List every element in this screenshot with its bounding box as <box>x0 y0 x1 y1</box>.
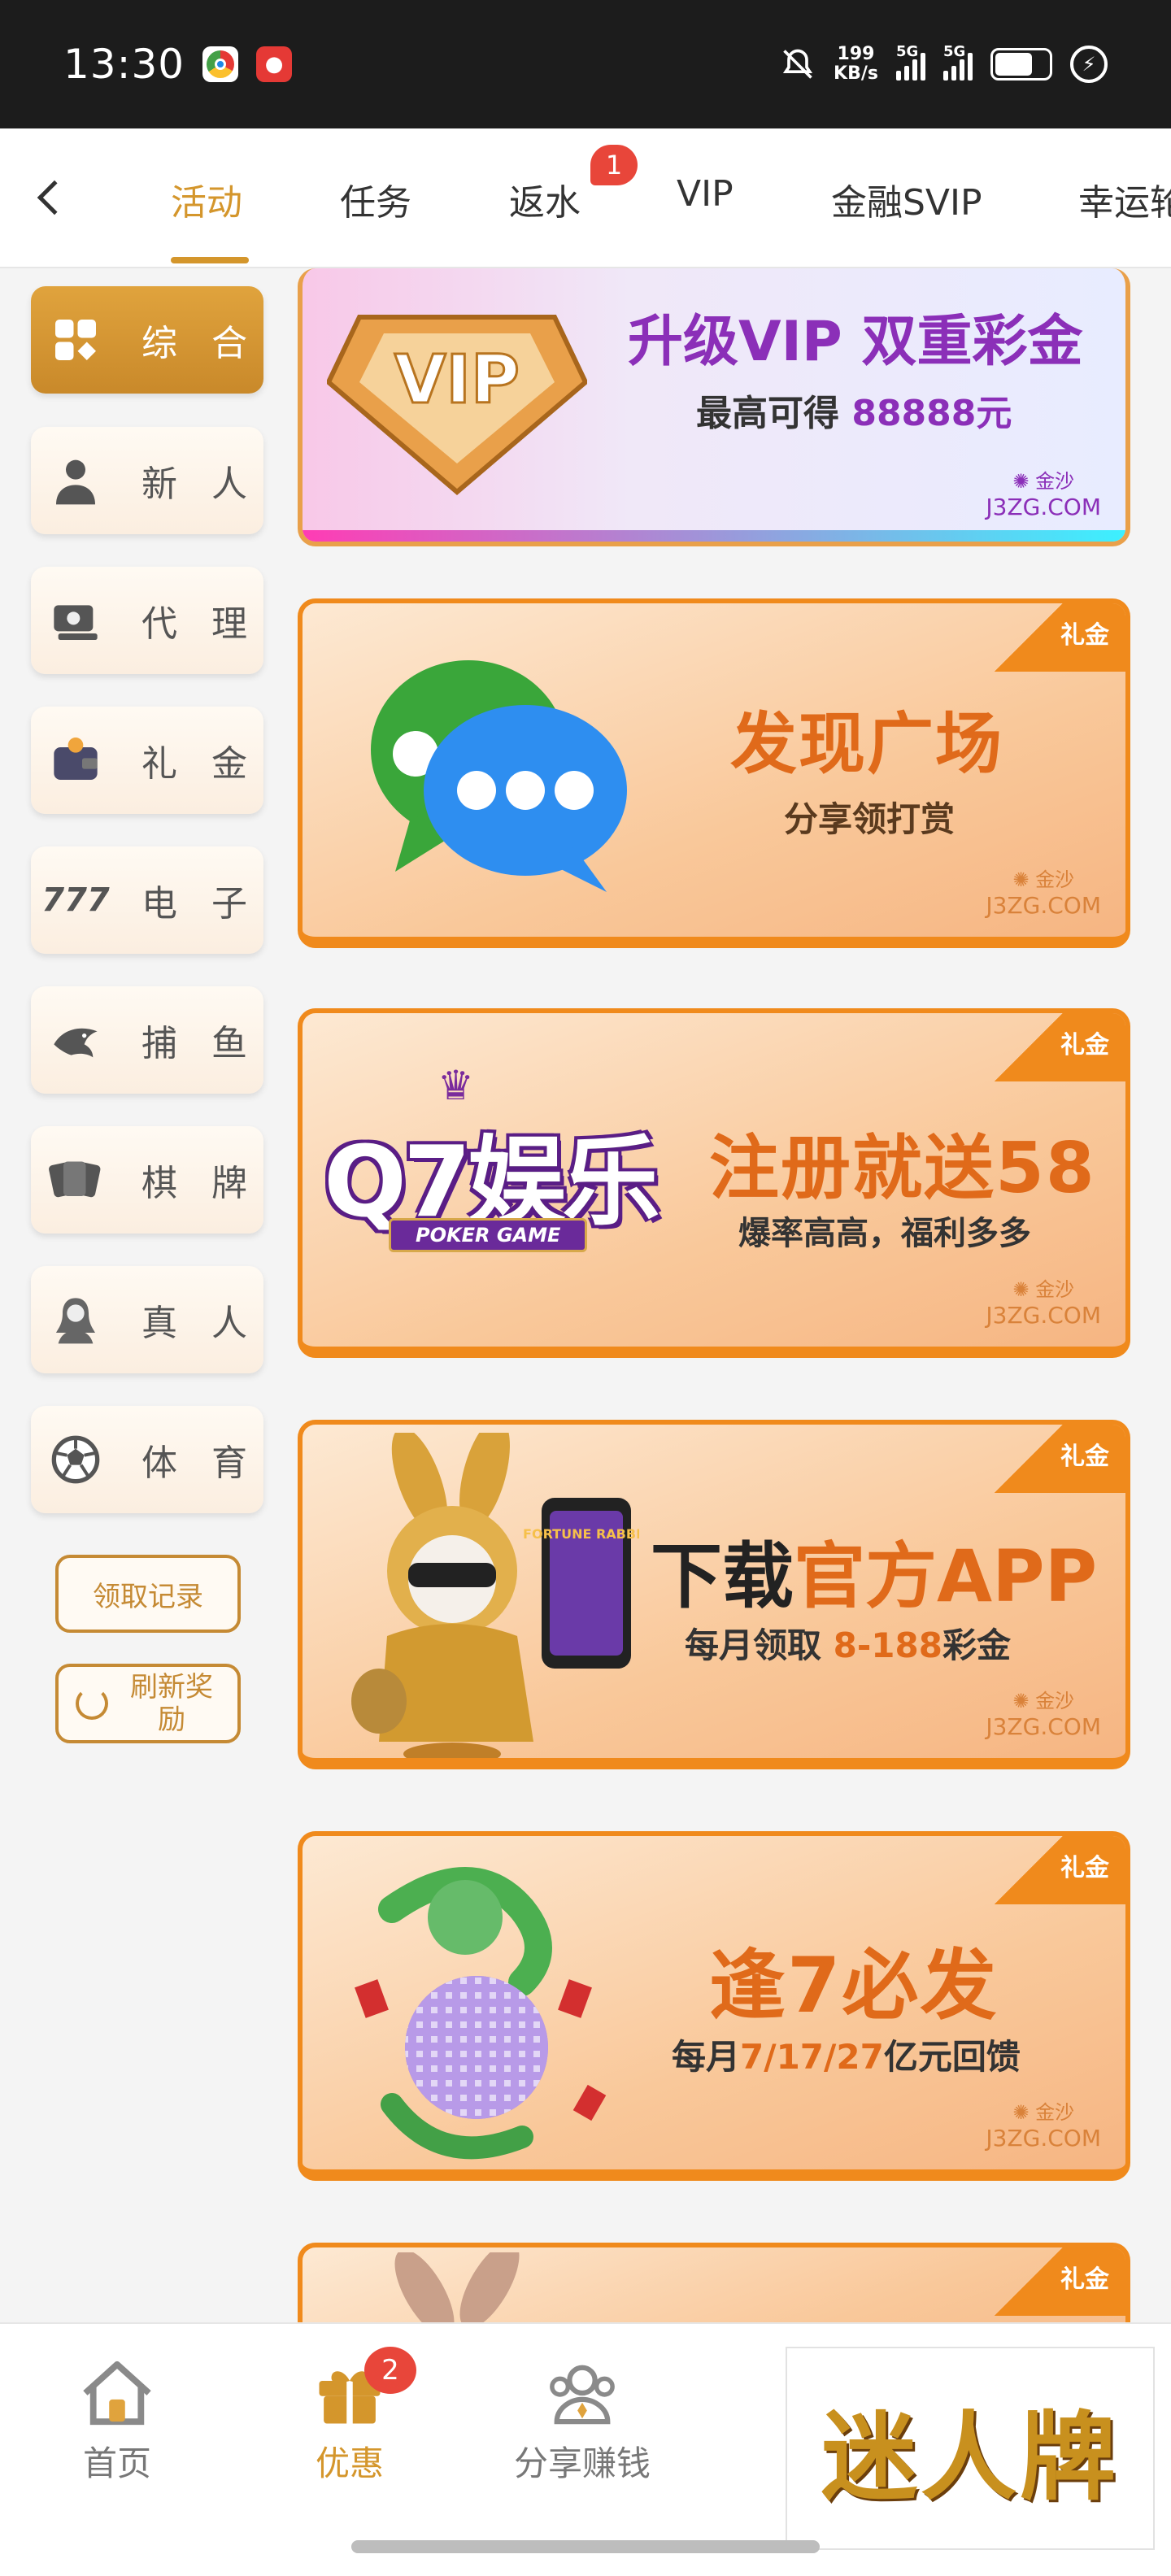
ribbon-label: 礼金 <box>1060 621 1109 650</box>
banner-subtitle: 每月7/17/27亿元回馈 <box>672 2037 1021 2077</box>
ribbon-label: 礼金 <box>1060 1854 1109 1882</box>
tab-tasks[interactable]: 任务 <box>340 173 411 225</box>
tab-vip[interactable]: VIP <box>677 173 734 215</box>
sidebar-item-live[interactable]: 真 人 <box>31 1266 263 1373</box>
claim-record-button[interactable]: 领取记录 <box>55 1555 241 1633</box>
tab-svip[interactable]: 金融SVIP <box>831 173 982 225</box>
soccer-ball-icon <box>46 1429 106 1490</box>
sidebar-item-agent[interactable]: 代 理 <box>31 567 263 674</box>
tab-lucky-wheel[interactable]: 幸运轮 <box>1078 173 1171 225</box>
status-bar: 13:30 ● 199 KB/s 5G 5G ⚡ <box>0 0 1171 128</box>
sidebar-item-label: 体 育 <box>141 1442 259 1484</box>
share-users-icon <box>542 2356 623 2430</box>
sidebar-item-sports[interactable]: 体 育 <box>31 1406 263 1513</box>
brand-logo: ✺ 金沙 J3ZG.COM <box>986 1690 1101 1740</box>
refresh-reward-label: 刷新奖励 <box>130 1671 213 1736</box>
sidebar-item-label: 新 人 <box>141 463 259 505</box>
nav-promotions[interactable]: 2 优惠 <box>268 2347 431 2486</box>
promo-banner-lucky7[interactable]: 礼金 逢7必发 每月7/17/27亿元回馈 ✺ 金沙 J3ZG.COM <box>298 1831 1130 2181</box>
ad-banner[interactable]: 迷人牌 <box>786 2347 1155 2550</box>
promo-banner-download-app[interactable]: 礼金 FORTUNE RABBIT 下载官方APP 每月领取 8-188彩金 ✺… <box>298 1420 1130 1769</box>
sidebar-item-label: 综 合 <box>141 323 259 364</box>
signal-icon: 5G <box>943 43 973 80</box>
charging-icon: ⚡ <box>1070 46 1108 83</box>
status-time: 13:30 <box>63 41 185 88</box>
sidebar-item-label: 棋 牌 <box>141 1163 259 1204</box>
dragon-disco-ball-icon <box>355 1867 607 2160</box>
promo-banner-register[interactable]: 礼金 ♛ Q7娱乐 POKER GAME 注册就送58 爆率高高，福利多多 ✺ … <box>298 1008 1130 1358</box>
sidebar-item-label: 代 理 <box>141 603 259 645</box>
sidebar-item-all[interactable]: 综 合 <box>31 286 263 394</box>
bell-muted-icon <box>782 49 813 79</box>
nav-label: 优惠 <box>315 2443 384 2483</box>
nav-home[interactable]: 首页 <box>36 2356 198 2486</box>
signal-icon: 5G <box>896 43 925 80</box>
tab-indicator <box>171 257 249 263</box>
brand-logo: ✺ 金沙 J3ZG.COM <box>986 868 1101 919</box>
wallet-icon <box>46 730 106 790</box>
banner-title: 逢7必发 <box>709 1942 999 2030</box>
svg-text:VIP: VIP <box>394 342 520 419</box>
grid-icon <box>46 310 106 370</box>
sidebar-item-label: 礼 金 <box>141 743 259 785</box>
sidebar-item-slots[interactable]: 777 电 子 <box>31 846 263 954</box>
nav-badge: 2 <box>364 2347 416 2394</box>
battery-icon <box>990 48 1052 80</box>
brand-logo: ✺ 金沙 J3ZG.COM <box>986 2101 1101 2152</box>
promo-banner-vip[interactable]: VIP 升级VIP 双重彩金 最高可得 88888元 ✺ 金沙 J3ZG.COM <box>298 268 1130 546</box>
banner-title: 下载官方APP <box>651 1534 1098 1618</box>
sidebar-item-fishing[interactable]: 捕 鱼 <box>31 986 263 1094</box>
sidebar-item-label: 真 人 <box>141 1303 259 1344</box>
banner-subtitle: 每月领取 8-188彩金 <box>685 1625 1011 1665</box>
vip-gem-icon: VIP <box>327 315 587 495</box>
network-speed: 199 KB/s <box>834 44 878 84</box>
promo-banner-discover[interactable]: 礼金 发现广场 分享领打赏 ✺ 金沙 J3ZG.COM <box>298 598 1130 948</box>
refresh-icon <box>76 1687 108 1720</box>
banner-title: 发现广场 <box>730 706 1004 783</box>
brand-logo: ✺ 金沙 J3ZG.COM <box>986 470 1101 520</box>
back-icon[interactable] <box>37 180 72 215</box>
sidebar-item-label: 电 子 <box>141 883 259 925</box>
sidebar-item-newbie[interactable]: 新 人 <box>31 427 263 534</box>
rabbit-mascot-icon: FORTUNE RABBIT <box>351 1433 639 1758</box>
nav-label: 首页 <box>82 2443 151 2483</box>
tab-badge: 1 <box>590 145 638 185</box>
app-notification-icon: ● <box>256 46 293 82</box>
chrome-icon <box>202 46 239 82</box>
money-icon <box>46 590 106 651</box>
svg-text:FORTUNE RABBIT: FORTUNE RABBIT <box>523 1526 639 1542</box>
banner-subtitle: 最高可得 88888元 <box>696 393 1012 434</box>
rabbit-ears-icon <box>394 2252 520 2334</box>
refresh-reward-button[interactable]: 刷新奖励 <box>55 1664 241 1743</box>
cards-icon <box>46 1150 106 1210</box>
tab-activity[interactable]: 活动 <box>171 173 242 225</box>
sidebar-item-cards[interactable]: 棋 牌 <box>31 1126 263 1234</box>
sidebar-item-bonus[interactable]: 礼 金 <box>31 707 263 814</box>
nav-label: 分享赚钱 <box>513 2443 651 2483</box>
nav-share-earn[interactable]: 分享赚钱 <box>501 2356 664 2486</box>
shark-icon <box>46 1010 106 1070</box>
q7-logo: ♛ Q7娱乐 POKER GAME <box>324 1062 665 1265</box>
banner-subtitle: 分享领打赏 <box>784 799 956 839</box>
ad-text: 迷人牌 <box>821 2400 1119 2513</box>
sidebar-item-label: 捕 鱼 <box>141 1023 259 1064</box>
chat-bubbles-icon <box>371 660 627 892</box>
banner-title: 升级VIP 双重彩金 <box>628 310 1083 374</box>
tab-rebate[interactable]: 返水 <box>509 173 581 225</box>
tab-bar: 活动 任务 返水 1 VIP 金融SVIP 幸运轮 <box>0 128 1171 268</box>
banner-subtitle: 爆率高高，福利多多 <box>738 1215 1031 1252</box>
brand-logo: ✺ 金沙 J3ZG.COM <box>986 1278 1101 1329</box>
ribbon-label: 礼金 <box>1060 1031 1109 1060</box>
home-icon <box>76 2356 158 2430</box>
slot-777-icon: 777 <box>41 881 110 919</box>
person-icon <box>46 450 106 511</box>
banner-title: 注册就送58 <box>709 1128 1096 1209</box>
ribbon-label: 礼金 <box>1060 1442 1109 1471</box>
ribbon-label: 礼金 <box>1060 2265 1109 2294</box>
lady-icon <box>46 1290 106 1350</box>
home-indicator[interactable] <box>351 2540 820 2553</box>
